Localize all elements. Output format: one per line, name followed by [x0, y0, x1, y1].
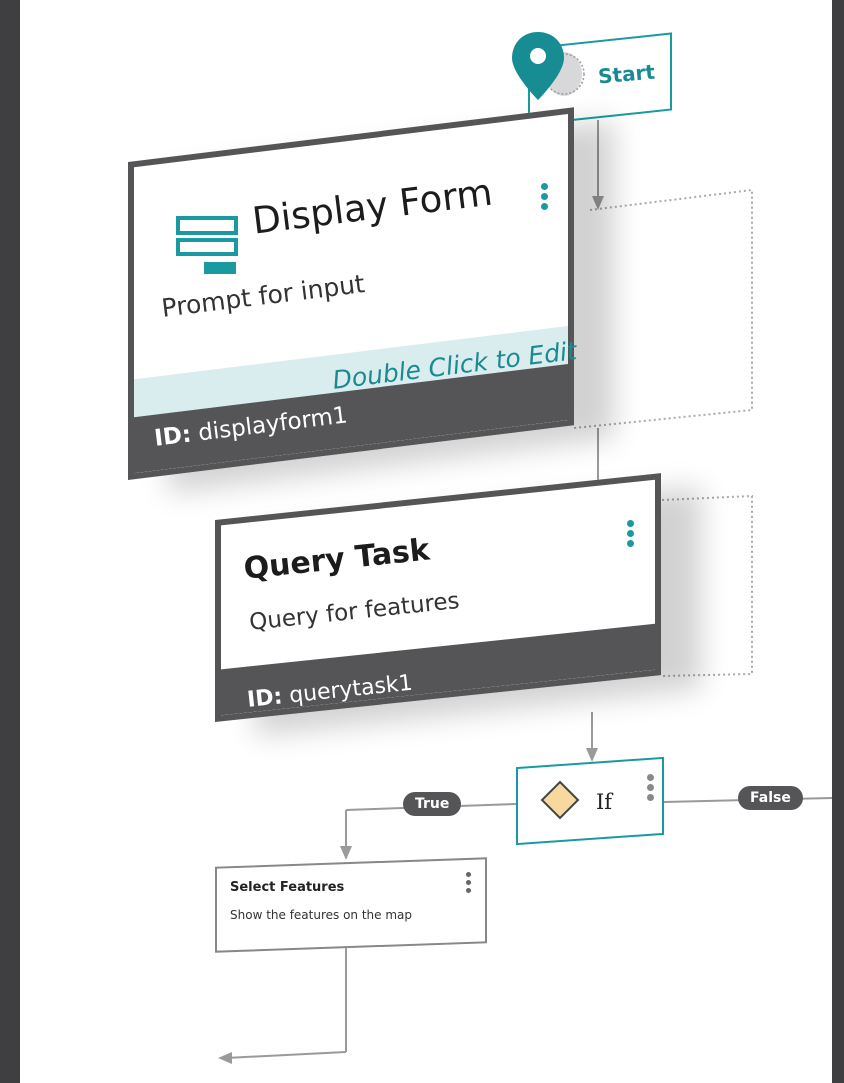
card-menu-icon[interactable] — [541, 183, 549, 213]
card-menu-icon[interactable] — [627, 520, 635, 550]
if-label: If — [596, 790, 613, 814]
select-features-subtitle: Show the features on the map — [230, 908, 413, 922]
true-branch-label: True — [403, 792, 462, 816]
if-node[interactable] — [516, 756, 664, 846]
diamond-icon — [540, 780, 580, 820]
id-label: ID: — [246, 684, 284, 713]
false-branch-label: False — [738, 786, 803, 810]
select-features-card[interactable] — [215, 857, 487, 953]
form-icon — [176, 216, 238, 274]
select-features-title: Select Features — [230, 880, 345, 895]
start-label: Start — [597, 59, 656, 89]
if-menu-icon[interactable] — [647, 774, 655, 804]
select-features-menu-icon[interactable] — [466, 872, 474, 896]
location-pin-icon — [512, 32, 585, 100]
id-label: ID: — [153, 421, 193, 452]
